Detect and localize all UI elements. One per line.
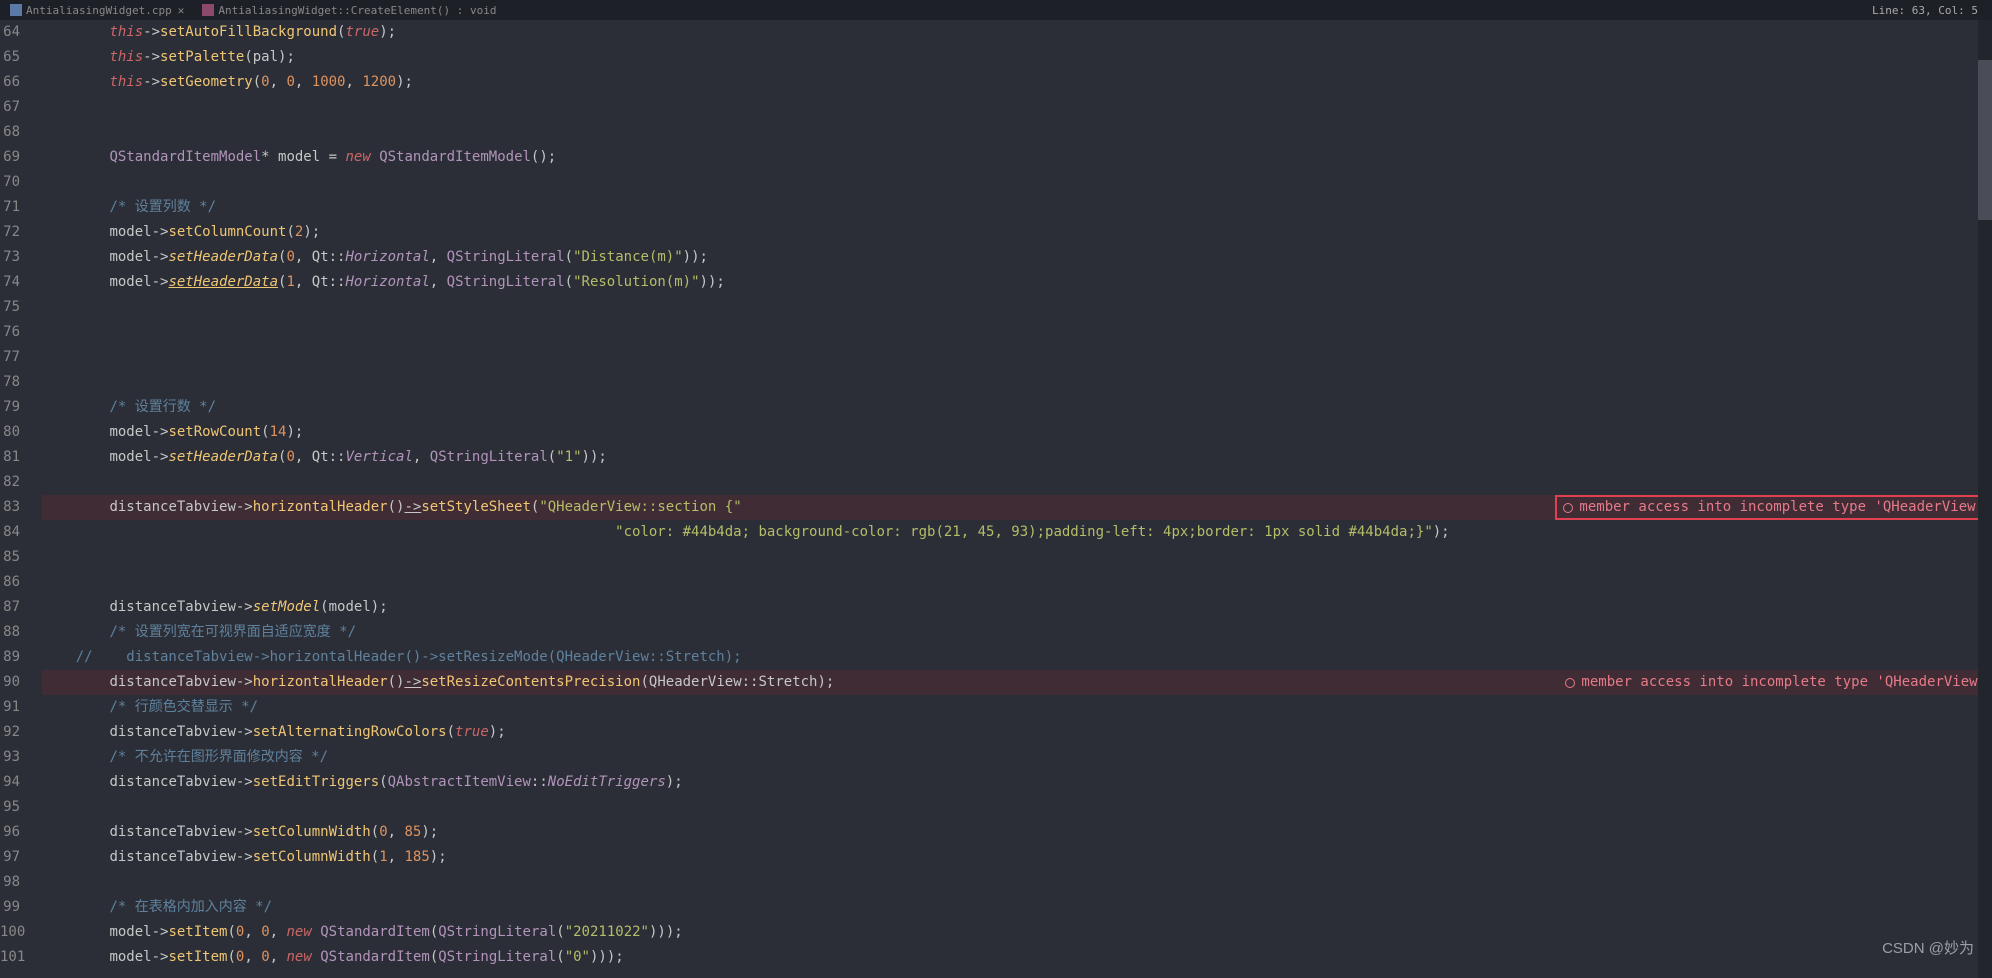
tab-label: AntialiasingWidget.cpp: [26, 4, 172, 17]
code-line: [42, 320, 1992, 345]
tab-bar: AntialiasingWidget.cpp ✕ AntialiasingWid…: [0, 0, 1992, 20]
code-line: /* 行颜色交替显示 */: [42, 695, 1992, 720]
code-line-error: distanceTabview->horizontalHeader()->set…: [42, 495, 1992, 520]
code-line: model->setItem(0, 0, new QStandardItem(Q…: [42, 920, 1992, 945]
code-line: [42, 545, 1992, 570]
code-line: distanceTabview->setColumnWidth(1, 185);: [42, 845, 1992, 870]
code-line: model->setColumnCount(2);: [42, 220, 1992, 245]
code-line: [42, 120, 1992, 145]
code-line: [42, 345, 1992, 370]
code-line: /* 设置列数 */: [42, 195, 1992, 220]
code-line: model->setItem(0, 0, new QStandardItem(Q…: [42, 945, 1992, 970]
tab-file[interactable]: AntialiasingWidget.cpp ✕: [4, 2, 192, 19]
code-line: [42, 95, 1992, 120]
error-icon: [1565, 678, 1575, 688]
code-editor[interactable]: 6465666768697071727374757677787980818283…: [0, 20, 1992, 978]
code-line: [42, 570, 1992, 595]
code-line: [42, 795, 1992, 820]
code-line-error: distanceTabview->horizontalHeader()->set…: [42, 670, 1992, 695]
code-line: model->setRowCount(14);: [42, 420, 1992, 445]
code-line: [42, 170, 1992, 195]
code-line: QStandardItemModel* model = new QStandar…: [42, 145, 1992, 170]
code-line: distanceTabview->setColumnWidth(0, 85);: [42, 820, 1992, 845]
code-line: /* 在表格内加入内容 */: [42, 895, 1992, 920]
cpp-file-icon: [10, 4, 22, 16]
code-line: /* 不允许在图形界面修改内容 */: [42, 745, 1992, 770]
code-line: [42, 470, 1992, 495]
code-line: /* 设置行数 */: [42, 395, 1992, 420]
tab-symbol[interactable]: AntialiasingWidget::CreateElement() : vo…: [196, 2, 502, 19]
error-icon: [1563, 503, 1573, 513]
code-line: distanceTabview->setModel(model);: [42, 595, 1992, 620]
close-icon[interactable]: ✕: [176, 4, 187, 17]
code-line: "color: #44b4da; background-color: rgb(2…: [42, 520, 1992, 545]
watermark: CSDN @妙为: [1882, 937, 1974, 958]
code-line: // distanceTabview->horizontalHeader()->…: [42, 645, 1992, 670]
vertical-scrollbar[interactable]: [1978, 20, 1992, 978]
function-icon: [202, 4, 214, 16]
code-line: distanceTabview->setAlternatingRowColors…: [42, 720, 1992, 745]
scrollbar-thumb[interactable]: [1978, 60, 1992, 220]
code-line: model->setHeaderData(0, Qt::Horizontal, …: [42, 245, 1992, 270]
code-content[interactable]: this->setAutoFillBackground(true); this-…: [24, 20, 1992, 978]
code-line: /* 设置列宽在可视界面自适应宽度 */: [42, 620, 1992, 645]
code-line: this->setGeometry(0, 0, 1000, 1200);: [42, 70, 1992, 95]
code-line: this->setAutoFillBackground(true);: [42, 20, 1992, 45]
code-line: distanceTabview->setEditTriggers(QAbstra…: [42, 770, 1992, 795]
code-line: [42, 295, 1992, 320]
code-line: [42, 870, 1992, 895]
code-line: model->setHeaderData(1, Qt::Horizontal, …: [42, 270, 1992, 295]
error-annotation[interactable]: member access into incomplete type 'QHea…: [1555, 495, 1992, 520]
code-line: [42, 370, 1992, 395]
cursor-position: Line: 63, Col: 5: [1872, 4, 1988, 17]
tab-label: AntialiasingWidget::CreateElement() : vo…: [218, 4, 496, 17]
code-line: this->setPalette(pal);: [42, 45, 1992, 70]
code-line: model->setHeaderData(0, Qt::Vertical, QS…: [42, 445, 1992, 470]
error-annotation[interactable]: member access into incomplete type 'QHea…: [1559, 670, 1992, 695]
line-number-gutter: 6465666768697071727374757677787980818283…: [0, 20, 24, 978]
